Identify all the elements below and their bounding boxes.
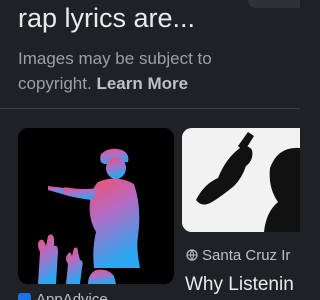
result-source-1[interactable]: AppAdvice [18,290,108,300]
result-source-2[interactable]: Santa Cruz Ir [186,246,290,266]
learn-more-link[interactable]: Learn More [96,74,188,93]
result-image-rapper[interactable] [18,128,174,284]
app-favicon-icon [18,293,31,300]
globe-icon [186,249,198,261]
copyright-notice: Images may be subject to copyright. Lear… [18,46,288,96]
singer-silhouette-image [182,128,300,232]
top-chip[interactable] [248,0,300,8]
result-caption-2[interactable]: Why Listenin [185,272,294,298]
image-search-results-page: rap lyrics are... Images may be subject … [0,0,300,300]
section-divider [0,108,300,109]
result-source-1-label: AppAdvice [36,291,108,300]
result-source-2-label: Santa Cruz Ir [202,247,291,264]
page-title: rap lyrics are... [18,3,196,33]
result-image-singer[interactable] [182,128,300,232]
rapper-silhouette-image [38,148,140,284]
